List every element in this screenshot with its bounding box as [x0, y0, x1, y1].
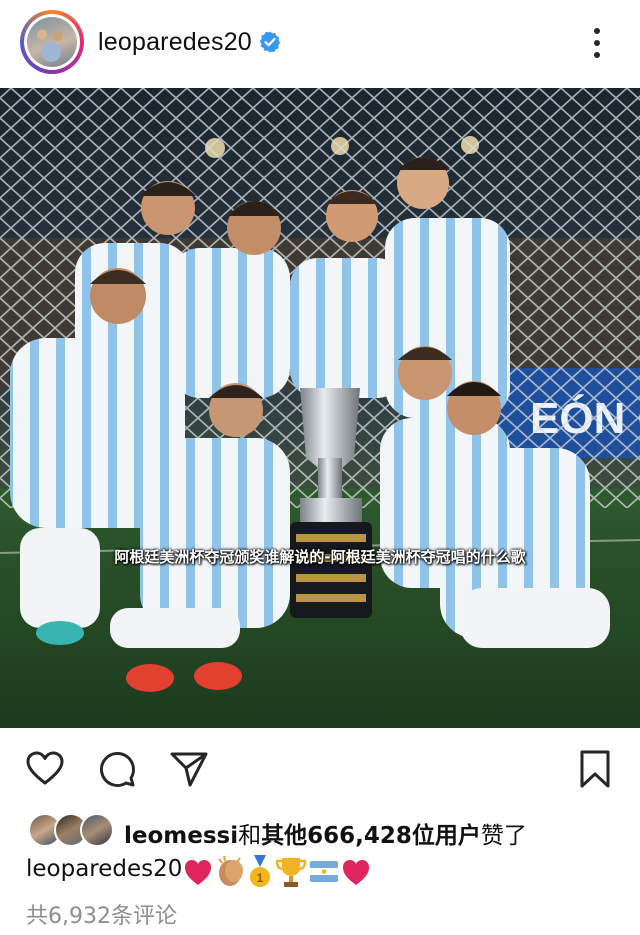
heart-icon[interactable]: [24, 748, 66, 790]
red-heart-icon: [343, 860, 369, 885]
caption-emojis: 1: [185, 855, 369, 887]
caption-username[interactable]: leoparedes20: [26, 856, 182, 882]
likes-suffix: 赞了: [480, 823, 527, 849]
likes-count[interactable]: 其他666,428位用户: [261, 823, 481, 849]
send-icon[interactable]: [168, 748, 210, 790]
svg-text:1: 1: [257, 871, 264, 885]
liker-name[interactable]: leomessi: [124, 823, 238, 849]
avatar[interactable]: [27, 17, 77, 67]
view-comments-link[interactable]: 共6,932条评论: [26, 898, 177, 930]
team-celebration-photo: EÓN C: [0, 88, 640, 728]
post-action-bar: [0, 740, 640, 796]
gold-medal-icon: 1: [250, 855, 270, 887]
more-vertical-icon[interactable]: [590, 26, 604, 60]
argentina-flag-icon: [310, 861, 338, 882]
story-ring[interactable]: [20, 10, 84, 74]
post-author-username[interactable]: leoparedes20: [98, 28, 252, 57]
likes-summary[interactable]: leomessi和其他666,428位用户赞了: [28, 813, 628, 850]
image-watermark-caption: 阿根廷美洲杯夺冠颁奖谁解说的-阿根廷美洲杯夺冠唱的什么歌: [114, 548, 526, 566]
likes-connector: 和: [238, 823, 262, 849]
red-heart-icon: [185, 860, 211, 885]
post-photo[interactable]: EÓN C: [0, 88, 640, 728]
clapping-hands-icon: [218, 855, 243, 886]
verified-badge-icon: [259, 31, 281, 53]
liker-avatar: [80, 813, 114, 847]
post-header: leoparedes20: [0, 0, 640, 86]
post-caption: leoparedes20: [26, 856, 182, 882]
avatar-border: [24, 14, 80, 70]
comment-icon[interactable]: [96, 748, 138, 790]
likes-text: leomessi和其他666,428位用户赞了: [124, 816, 527, 850]
bookmark-icon[interactable]: [574, 748, 616, 790]
trophy-icon: [275, 858, 307, 887]
